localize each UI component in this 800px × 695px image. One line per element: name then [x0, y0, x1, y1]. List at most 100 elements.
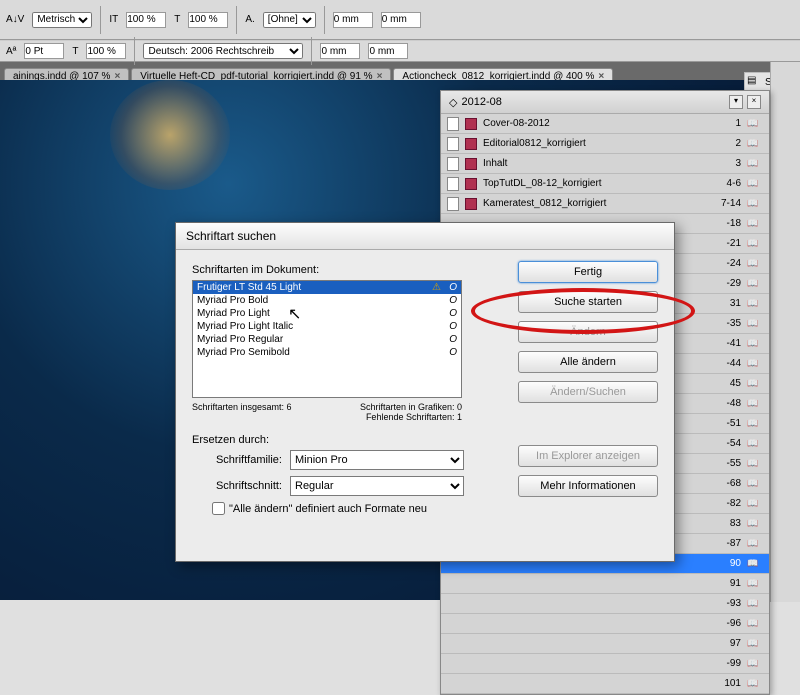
done-button[interactable]: Fertig	[518, 261, 658, 283]
doc-icon	[447, 137, 459, 151]
page-range: 83	[713, 518, 741, 529]
t2-input[interactable]	[86, 43, 126, 59]
page-range: 91	[713, 578, 741, 589]
page-range: 7-14	[713, 198, 741, 209]
font-list-item[interactable]: Frutiger LT Std 45 Light⚠O	[193, 281, 461, 294]
spread-icon	[747, 198, 763, 210]
page-range: -54	[713, 438, 741, 449]
font-family-label: Schriftfamilie:	[192, 454, 282, 466]
mm-input-2[interactable]	[381, 12, 421, 28]
page-range: -44	[713, 358, 741, 369]
page-range: -55	[713, 458, 741, 469]
spread-icon	[747, 178, 763, 190]
page-range: -68	[713, 478, 741, 489]
page-range: -48	[713, 398, 741, 409]
font-list-item[interactable]: Myriad Pro RegularO	[193, 333, 461, 346]
spread-icon	[747, 158, 763, 170]
book-document-row[interactable]: 91	[441, 574, 769, 594]
page-range: 3	[713, 158, 741, 169]
mm-input-1[interactable]	[333, 12, 373, 28]
book-document-row[interactable]: TopTutDL_08-12_korrigiert4-6	[441, 174, 769, 194]
page-range: 90	[713, 558, 741, 569]
spread-icon	[747, 638, 763, 650]
av-icon: A↓V	[6, 14, 24, 25]
font-list-item[interactable]: Myriad Pro SemiboldO	[193, 346, 461, 359]
it-input[interactable]	[126, 12, 166, 28]
book-title: 2012-08	[461, 96, 501, 108]
spread-icon	[747, 618, 763, 630]
font-list-item[interactable]: Myriad Pro LightO	[193, 307, 461, 320]
spread-icon	[747, 438, 763, 450]
page-range: -87	[713, 538, 741, 549]
doc-name: Inhalt	[483, 158, 707, 169]
change-all-button[interactable]: Alle ändern	[518, 351, 658, 373]
font-family-select[interactable]: Minion Pro	[290, 450, 464, 470]
change-find-button[interactable]: Ändern/Suchen	[518, 381, 658, 403]
page-range: -24	[713, 258, 741, 269]
indd-icon	[465, 178, 477, 190]
indd-icon	[465, 138, 477, 150]
spread-icon	[747, 218, 763, 230]
book-document-row[interactable]: -93	[441, 594, 769, 614]
book-panel-header[interactable]: ◇ 2012-08 ▾ ×	[441, 91, 769, 114]
book-document-row[interactable]: Inhalt 3	[441, 154, 769, 174]
spread-icon	[747, 238, 763, 250]
page-range: 97	[713, 638, 741, 649]
start-search-button[interactable]: Suche starten	[518, 291, 658, 313]
change-button[interactable]: Ändern	[518, 321, 658, 343]
spread-icon	[747, 118, 763, 130]
spread-icon	[747, 478, 763, 490]
font-style-select[interactable]: Regular	[290, 476, 464, 496]
options-bar: A↓V Metrisch IT T A.[Ohne]	[0, 0, 800, 40]
font-name: Myriad Pro Light	[197, 308, 443, 319]
metric-select[interactable]: Metrisch	[32, 12, 92, 28]
sync-icon: ◇	[449, 96, 457, 109]
doc-icon	[447, 177, 459, 191]
redefine-styles-checkbox[interactable]	[212, 502, 225, 515]
baseline-input[interactable]	[24, 43, 64, 59]
book-document-row[interactable]: -96	[441, 614, 769, 634]
warning-icon: ⚠	[432, 282, 441, 293]
indd-icon	[465, 158, 477, 170]
book-document-row[interactable]: 97	[441, 634, 769, 654]
book-document-row[interactable]: 101	[441, 674, 769, 694]
indd-icon	[465, 118, 477, 130]
spread-icon	[747, 318, 763, 330]
font-name: Frutiger LT Std 45 Light	[197, 282, 432, 293]
page-range: -41	[713, 338, 741, 349]
doc-name: Cover-08-2012	[483, 118, 707, 129]
panel-close-icon[interactable]: ×	[747, 95, 761, 109]
page-range: 31	[713, 298, 741, 309]
book-document-row[interactable]: Cover-08-20121	[441, 114, 769, 134]
page-range: -35	[713, 318, 741, 329]
page-range: -96	[713, 618, 741, 629]
lang-select[interactable]: Deutsch: 2006 Rechtschreib	[143, 43, 303, 59]
panel-menu-icon[interactable]: ▾	[729, 95, 743, 109]
page-range: -82	[713, 498, 741, 509]
font-list-item[interactable]: Myriad Pro BoldO	[193, 294, 461, 307]
font-type-icon: O	[443, 347, 457, 358]
font-list[interactable]: Frutiger LT Std 45 Light⚠OMyriad Pro Bol…	[192, 280, 462, 398]
t-input[interactable]	[188, 12, 228, 28]
font-style-label: Schriftschnitt:	[192, 480, 282, 492]
fonts-graphics-label: Schriftarten in Grafiken: 0	[332, 402, 462, 412]
spread-icon	[747, 458, 763, 470]
mm-input-4[interactable]	[368, 43, 408, 59]
reveal-button[interactable]: Im Explorer anzeigen	[518, 445, 658, 467]
spread-icon	[747, 358, 763, 370]
spread-icon	[747, 418, 763, 430]
page-range: -51	[713, 418, 741, 429]
spread-icon	[747, 378, 763, 390]
pages-icon: ▤	[747, 75, 761, 89]
more-info-button[interactable]: Mehr Informationen	[518, 475, 658, 497]
para-style-select[interactable]: [Ohne]	[263, 12, 316, 28]
font-type-icon: O	[443, 282, 457, 293]
font-list-item[interactable]: Myriad Pro Light ItalicO	[193, 320, 461, 333]
spread-icon	[747, 598, 763, 610]
page-range: -18	[713, 218, 741, 229]
book-document-row[interactable]: -99	[441, 654, 769, 674]
book-document-row[interactable]: Kameratest_0812_korrigiert7-14	[441, 194, 769, 214]
mm-input-3[interactable]	[320, 43, 360, 59]
book-document-row[interactable]: Editorial0812_korrigiert2	[441, 134, 769, 154]
spread-icon	[747, 538, 763, 550]
